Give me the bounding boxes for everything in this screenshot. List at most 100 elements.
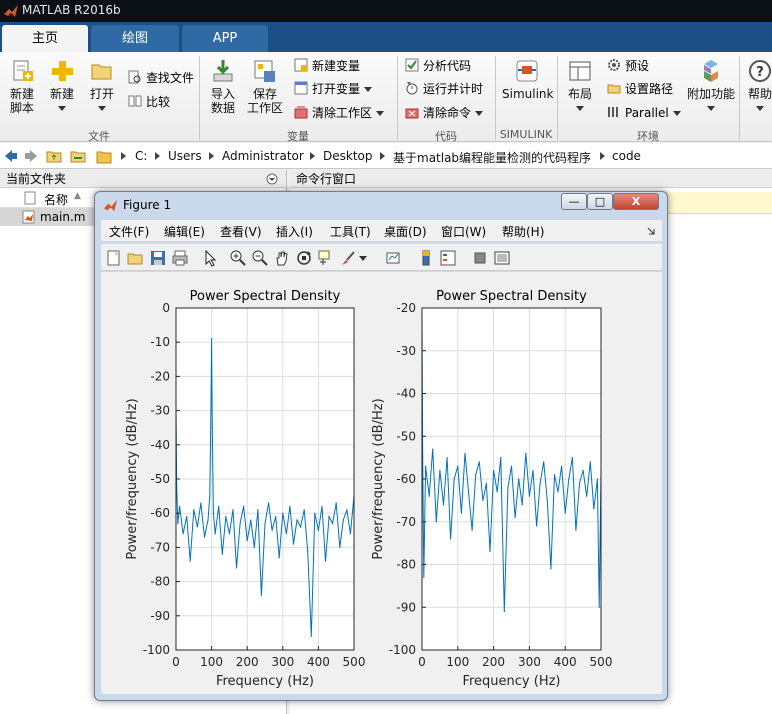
column-name[interactable]: 名称 — [44, 191, 68, 208]
open-button[interactable]: 打开 — [86, 58, 118, 115]
crumb-drive[interactable]: C: — [135, 149, 147, 163]
sort-ascending-icon[interactable]: ▲ — [74, 191, 81, 201]
set-path-button[interactable]: 设置路径 — [607, 80, 673, 98]
y-tick-label: -100 — [143, 643, 170, 657]
parallel-icon — [608, 107, 618, 117]
new-script-button[interactable]: 新建 脚本 — [6, 58, 38, 115]
pointer-icon[interactable] — [201, 249, 219, 267]
save-icon[interactable] — [149, 249, 167, 267]
compare-button[interactable]: 比较 — [128, 93, 170, 111]
parallel-button[interactable]: Parallel — [607, 104, 681, 122]
psd-data-point — [518, 478, 520, 480]
new-figure-icon[interactable] — [105, 249, 123, 267]
psd-data-point — [575, 529, 577, 531]
data-cursor-icon[interactable] — [317, 249, 335, 267]
legend-icon[interactable] — [439, 249, 457, 267]
menu-tools[interactable]: 工具(T) — [330, 223, 371, 240]
show-plot-tools-icon[interactable] — [493, 249, 511, 267]
link-plot-icon[interactable] — [385, 249, 403, 267]
forward-arrow-icon[interactable] — [24, 149, 38, 163]
open-file-icon[interactable] — [127, 249, 145, 267]
print-icon[interactable] — [171, 249, 189, 267]
tab-plots[interactable]: 绘图 — [91, 25, 179, 52]
run-and-time-button[interactable]: 运行并计时 — [405, 80, 483, 98]
colorbar-icon[interactable] — [417, 249, 435, 267]
maximize-button[interactable]: □ — [587, 193, 613, 210]
y-tick-label: -30 — [150, 404, 170, 418]
crumb-project-folder[interactable]: 基于matlab编程能量检测的代码程序 — [393, 149, 591, 166]
save-workspace-button[interactable]: 保存 工作区 — [246, 58, 284, 115]
open-variable-button[interactable]: 打开变量 — [294, 80, 372, 98]
pan-hand-icon[interactable] — [273, 249, 291, 267]
rotate-3d-icon[interactable] — [295, 249, 313, 267]
back-arrow-icon[interactable] — [4, 149, 18, 163]
addons-button[interactable]: 附加功能 — [686, 58, 736, 115]
psd-data-point — [186, 516, 188, 518]
psd-data-point — [228, 533, 230, 535]
psd-data-point — [553, 474, 556, 476]
preferences-button[interactable]: 预设 — [607, 57, 649, 75]
psd-data-point — [314, 512, 316, 514]
set-path-icon — [607, 84, 621, 94]
psd-data-point — [193, 509, 195, 511]
menu-file[interactable]: 文件(F) — [109, 223, 149, 240]
psd-data-point — [253, 546, 255, 548]
up-folder-icon[interactable] — [46, 148, 62, 164]
chevron-down-icon[interactable] — [359, 256, 367, 261]
close-button[interactable]: X — [613, 193, 659, 210]
y-tick-label: -90 — [150, 609, 170, 623]
psd-data-point — [221, 553, 223, 555]
x-tick-label: 200 — [482, 655, 505, 669]
menu-help[interactable]: 帮助(H) — [502, 223, 544, 240]
browse-folder-icon[interactable] — [70, 148, 86, 164]
figure-titlebar[interactable]: Figure 1 — □ X — [95, 192, 667, 218]
new-script-label: 新建 脚本 — [9, 87, 34, 115]
psd-data-point — [225, 516, 227, 518]
new-button[interactable]: 新建 — [46, 58, 78, 115]
layout-icon — [569, 61, 591, 81]
help-button[interactable]: ? 帮助 — [745, 58, 772, 115]
clear-workspace-button[interactable]: 清除工作区 — [294, 104, 384, 122]
brush-icon[interactable] — [339, 249, 357, 267]
y-tick-label: -80 — [150, 575, 170, 589]
find-files-icon — [128, 70, 141, 84]
crumb-code[interactable]: code — [612, 149, 641, 163]
psd-data-point — [478, 461, 480, 463]
psd-data-point — [453, 478, 455, 480]
menu-desktop[interactable]: 桌面(D) — [384, 223, 427, 240]
crumb-desktop[interactable]: Desktop — [323, 149, 373, 163]
new-variable-button[interactable]: 新建变量 — [294, 57, 360, 75]
zoom-out-icon[interactable] — [251, 249, 269, 267]
simulink-button[interactable]: Simulink — [502, 58, 553, 101]
clear-commands-button[interactable]: 清除命令 — [405, 104, 483, 122]
hide-plot-tools-icon[interactable] — [471, 249, 489, 267]
minimize-button[interactable]: — — [561, 193, 587, 210]
zoom-in-icon[interactable] — [229, 249, 247, 267]
tab-home[interactable]: 主页 — [2, 25, 88, 52]
menu-edit[interactable]: 编辑(E) — [164, 223, 205, 240]
psd-data-point — [203, 536, 206, 538]
menu-window[interactable]: 窗口(W) — [441, 223, 486, 240]
psd-data-point — [210, 410, 212, 412]
crumb-users[interactable]: Users — [168, 149, 202, 163]
analyze-code-button[interactable]: 分析代码 — [405, 57, 471, 75]
new-variable-label: 新建变量 — [312, 59, 361, 73]
x-tick-label: 0 — [418, 655, 426, 669]
menu-insert[interactable]: 插入(I) — [276, 223, 313, 240]
psd-data-point — [550, 568, 552, 570]
menu-view[interactable]: 查看(V) — [220, 223, 262, 240]
find-files-button[interactable]: 查找文件 — [128, 69, 194, 87]
clear-workspace-label: 清除工作区 — [312, 106, 373, 120]
panel-actions-icon[interactable] — [266, 173, 278, 185]
psd-data-point — [428, 495, 430, 497]
psd-data-point — [514, 516, 516, 519]
tab-apps[interactable]: APP — [182, 25, 268, 52]
psd-data-point — [196, 526, 198, 528]
dock-arrow-icon[interactable] — [646, 226, 656, 236]
y-axis-label: Power/frequency (dB/Hz) — [371, 398, 386, 559]
layout-button[interactable]: 布局 — [563, 58, 597, 115]
psd-data-point — [446, 457, 448, 459]
group-variable-label: 变量 — [287, 130, 309, 143]
import-data-button[interactable]: 导入 数据 — [206, 58, 240, 115]
crumb-administrator[interactable]: Administrator — [222, 149, 304, 163]
